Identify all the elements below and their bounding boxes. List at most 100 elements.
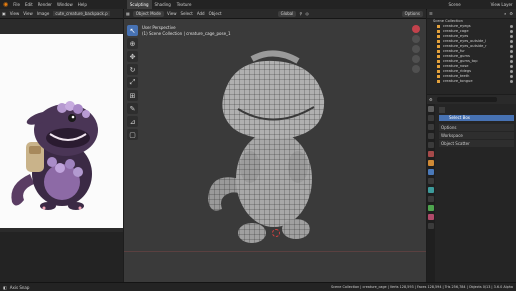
viewport-menu-object[interactable]: Object <box>209 11 222 16</box>
view-layer-selector[interactable]: View Layer <box>491 2 513 7</box>
image-editor-footer <box>0 232 123 282</box>
workspace-panel-header[interactable]: Workspace <box>439 132 514 139</box>
axis-gizmo-icon[interactable] <box>412 25 420 33</box>
outliner-item[interactable]: creature_tongue <box>427 79 516 84</box>
eye-icon[interactable] <box>510 45 513 48</box>
mode-selector[interactable]: Object Mode <box>132 10 164 17</box>
image-name-field[interactable]: cute_creature_backpack.p <box>53 11 110 16</box>
eye-icon[interactable] <box>510 40 513 43</box>
outliner-editor-icon[interactable]: ☰ <box>429 11 433 16</box>
transform-tool-icon[interactable]: ⊞ <box>127 90 138 101</box>
mesh-icon <box>437 50 440 53</box>
image-view-menu-2[interactable]: View <box>23 11 33 16</box>
tool-shelf: ↖ ⊕ ✥ ↻ ⤢ ⊞ ✎ ⊿ ▢ <box>127 25 140 142</box>
tool-tab-icon[interactable] <box>428 106 434 112</box>
mesh-icon <box>437 70 440 73</box>
menu-edit[interactable]: Edit <box>25 2 33 7</box>
cursor-tool-icon[interactable]: ⊕ <box>127 38 138 49</box>
creature-wireframe-model[interactable] <box>194 39 364 254</box>
pan-hand-icon[interactable] <box>412 45 420 53</box>
eye-icon[interactable] <box>510 75 513 78</box>
render-tab-icon[interactable] <box>428 115 434 121</box>
constraints-tab-icon[interactable] <box>428 196 434 202</box>
menu-window[interactable]: Window <box>57 2 73 7</box>
viewport-menu-add[interactable]: Add <box>197 11 205 16</box>
object-tab-icon[interactable] <box>428 160 434 166</box>
viewport-header: ▦ Object Mode View Select Add Object Glo… <box>124 9 426 19</box>
tab-sculpting[interactable]: Sculpting <box>126 0 152 9</box>
options-panel-header[interactable]: Options <box>439 124 514 131</box>
mesh-icon <box>437 40 440 43</box>
eye-icon[interactable] <box>510 30 513 33</box>
eye-icon[interactable] <box>510 50 513 53</box>
eye-icon[interactable] <box>510 55 513 58</box>
mesh-icon <box>437 75 440 78</box>
modifier-tab-icon[interactable] <box>428 169 434 175</box>
material-tab-icon[interactable] <box>428 214 434 220</box>
mesh-icon <box>437 25 440 28</box>
outliner-filter-icon[interactable]: ⚙ <box>509 11 513 16</box>
eye-icon[interactable] <box>510 80 513 83</box>
properties-tabs <box>427 104 435 282</box>
properties-search-field[interactable] <box>436 97 497 102</box>
image-editor-view[interactable] <box>0 19 123 232</box>
transform-orientation[interactable]: Global <box>277 10 297 17</box>
image-menu[interactable]: Image <box>37 11 50 16</box>
eye-icon[interactable] <box>510 35 513 38</box>
zoom-icon[interactable] <box>412 35 420 43</box>
mouse-icon: ◧ <box>3 284 7 290</box>
active-tool-name[interactable]: Select Box <box>439 115 514 121</box>
snap-icon[interactable]: ⚲ <box>299 11 302 16</box>
scene-selector[interactable]: Scene <box>448 2 460 7</box>
output-tab-icon[interactable] <box>428 124 434 130</box>
move-tool-icon[interactable]: ✥ <box>127 51 138 62</box>
mesh-icon <box>437 80 440 83</box>
image-view-menu[interactable]: View <box>10 11 20 16</box>
measure-tool-icon[interactable]: ⊿ <box>127 116 138 127</box>
menu-file[interactable]: File <box>13 2 20 7</box>
mesh-icon <box>437 65 440 68</box>
rotate-tool-icon[interactable]: ↻ <box>127 64 138 75</box>
eye-icon[interactable] <box>510 65 513 68</box>
tab-shading[interactable]: Shading <box>152 0 174 9</box>
3d-viewport[interactable]: User Perspective (1) Scene Collection | … <box>124 19 426 282</box>
tab-texture[interactable]: Texture <box>174 0 195 9</box>
viewport-editor-icon[interactable]: ▦ <box>126 11 130 16</box>
options-dropdown[interactable]: Options <box>401 10 423 17</box>
viewport-menu-select[interactable]: Select <box>180 11 192 16</box>
data-tab-icon[interactable] <box>428 205 434 211</box>
viewport-overlay-subtitle: (1) Scene Collection | creature_cage_pos… <box>142 31 231 36</box>
texture-tab-icon[interactable] <box>428 223 434 229</box>
eye-icon[interactable] <box>510 70 513 73</box>
object-scatter-panel-header[interactable]: Object Scatter <box>439 140 514 147</box>
select-box-tool-icon[interactable]: ↖ <box>127 25 138 36</box>
eye-icon[interactable] <box>510 60 513 63</box>
grid-view-icon[interactable] <box>412 65 420 73</box>
blender-logo-icon[interactable]: ◉ <box>3 1 8 8</box>
proportional-icon[interactable]: ◎ <box>305 11 309 16</box>
viewport-menu-view[interactable]: View <box>167 11 177 16</box>
navigation-gizmo[interactable] <box>409 23 423 75</box>
menu-help[interactable]: Help <box>78 2 87 7</box>
view-layer-tab-icon[interactable] <box>428 133 434 139</box>
active-tool-icon <box>439 107 445 113</box>
camera-view-icon[interactable] <box>412 55 420 63</box>
menu-render[interactable]: Render <box>38 2 52 7</box>
mesh-icon <box>437 45 440 48</box>
scene-tab-icon[interactable] <box>428 142 434 148</box>
world-tab-icon[interactable] <box>428 151 434 157</box>
status-right-text: Scene Collection | creature_cage | Verts… <box>331 285 513 289</box>
status-left-text: Axis Snap <box>9 284 30 290</box>
add-cube-tool-icon[interactable]: ▢ <box>127 129 138 140</box>
eye-icon[interactable] <box>510 25 513 28</box>
mesh-icon <box>437 30 440 33</box>
mesh-icon <box>437 60 440 63</box>
creature-reference-drawing <box>11 101 98 210</box>
scale-tool-icon[interactable]: ⤢ <box>127 77 138 88</box>
properties-editor-icon[interactable]: ⚙ <box>429 97 433 102</box>
editor-type-icon[interactable]: ▣ <box>2 11 6 16</box>
outliner-search-icon[interactable]: ⌕ <box>504 11 506 16</box>
annotate-tool-icon[interactable]: ✎ <box>127 103 138 114</box>
physics-tab-icon[interactable] <box>428 187 434 193</box>
particles-tab-icon[interactable] <box>428 178 434 184</box>
